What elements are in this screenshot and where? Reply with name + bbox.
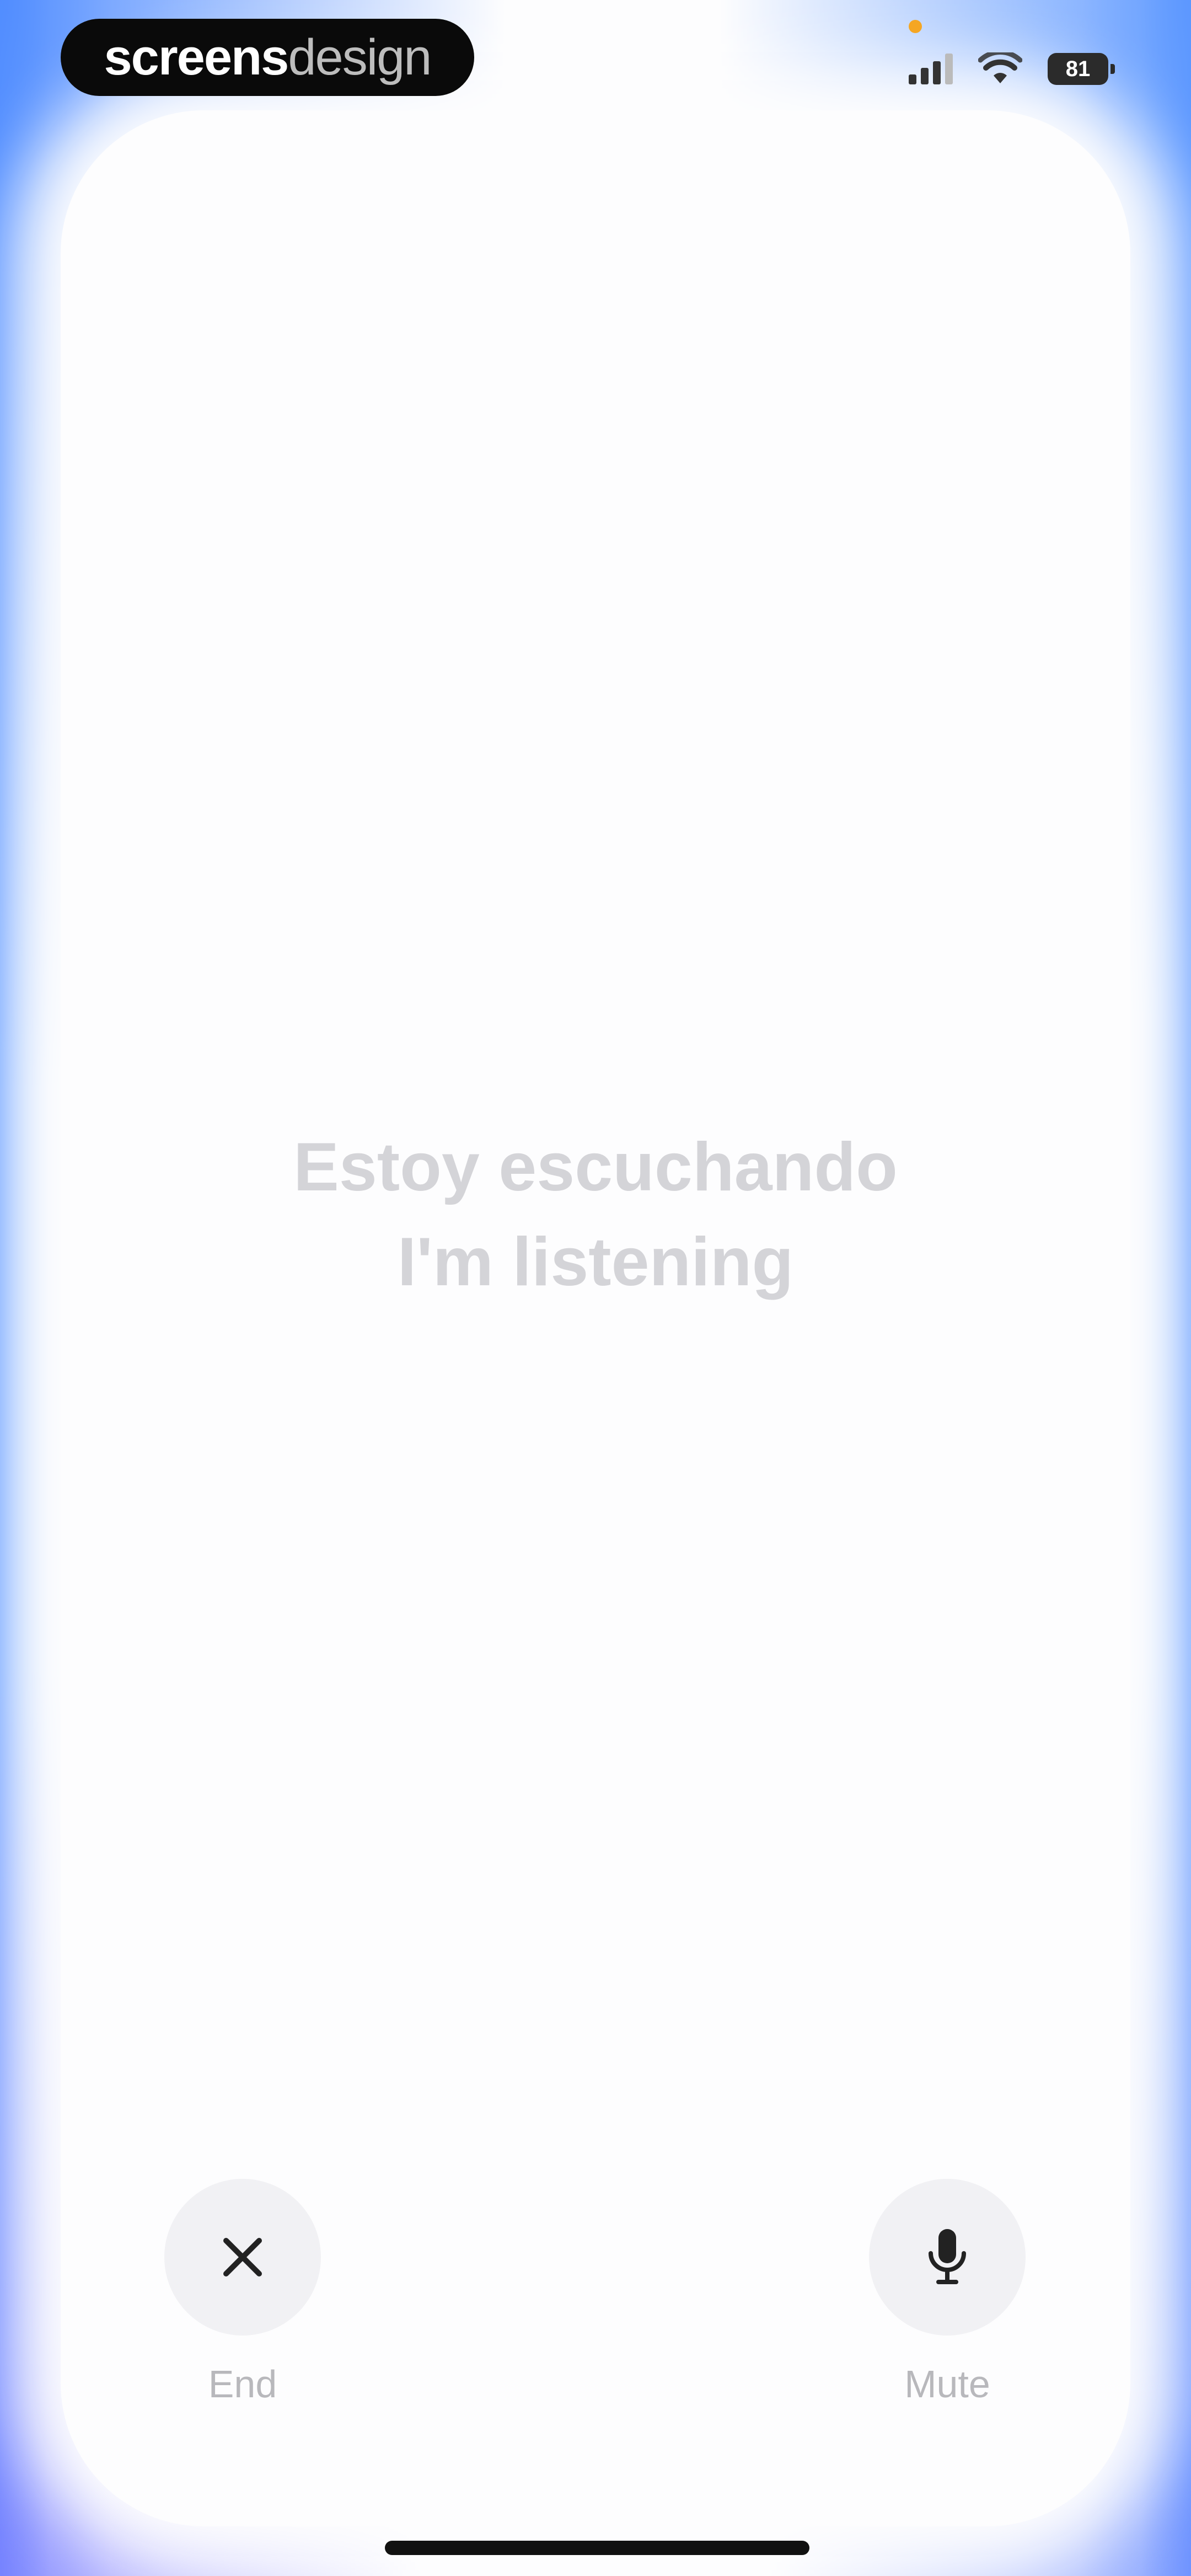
brand-text-light: design — [288, 29, 432, 85]
mute-label: Mute — [904, 2363, 990, 2406]
call-surface — [61, 110, 1130, 2526]
home-indicator[interactable] — [385, 2541, 809, 2555]
close-icon — [223, 2238, 262, 2276]
end-label: End — [208, 2363, 277, 2406]
mute-control: Mute — [867, 2179, 1027, 2406]
battery-icon: 81 — [1048, 53, 1115, 85]
listening-text-english: I'm listening — [397, 1224, 794, 1300]
brand-text-bold: screens — [104, 29, 289, 85]
microphone-icon — [929, 2229, 966, 2284]
status-icons: 81 — [909, 44, 1115, 94]
brand-badge: screens design — [61, 19, 474, 96]
end-button[interactable] — [164, 2179, 321, 2335]
battery-level: 81 — [1065, 56, 1091, 81]
wifi-icon — [978, 52, 1022, 83]
mic-in-use-indicator — [909, 20, 922, 33]
listening-text-spanish: Estoy escuchando — [293, 1129, 898, 1205]
end-control: End — [163, 2179, 323, 2406]
listening-status: Estoy escuchando I'm listening — [0, 1120, 1191, 1310]
signal-icon — [909, 54, 953, 84]
mute-button[interactable] — [869, 2179, 1026, 2335]
